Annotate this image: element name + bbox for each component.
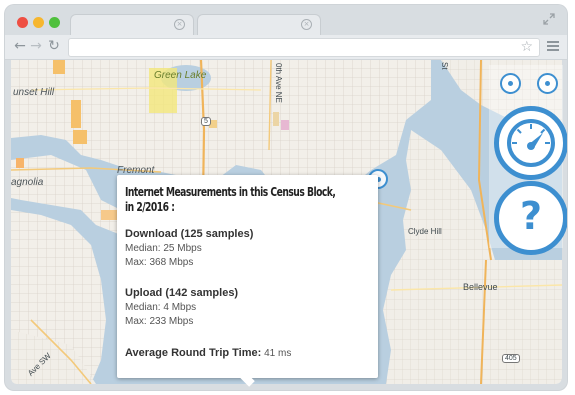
address-toolbar: ← → ↻ ☆ bbox=[5, 35, 567, 60]
rtt-label: Average Round Trip Time: bbox=[125, 347, 262, 359]
speed-test-button[interactable] bbox=[494, 106, 567, 180]
fullscreen-icon[interactable] bbox=[543, 13, 555, 25]
highway-405-shield: 405 bbox=[502, 354, 520, 363]
upload-median: Median: 4 Mbps bbox=[125, 302, 197, 313]
title-bar: × × bbox=[5, 5, 567, 36]
zoom-in-icon[interactable] bbox=[500, 73, 521, 94]
minimize-window-button[interactable] bbox=[33, 17, 44, 28]
download-max: Max: 368 Mbps bbox=[125, 257, 194, 268]
upload-max: Max: 233 Mbps bbox=[125, 316, 194, 327]
download-heading: Download (125 samples) bbox=[125, 228, 254, 240]
help-question-mark: ? bbox=[519, 194, 543, 238]
reload-icon[interactable]: ↻ bbox=[47, 39, 61, 53]
maximize-window-button[interactable] bbox=[49, 17, 60, 28]
map-label-bellevue: Bellevue bbox=[463, 282, 498, 292]
address-bar[interactable]: ☆ bbox=[68, 38, 540, 57]
map-label-magnolia: agnolia bbox=[11, 177, 44, 188]
bookmark-star-icon[interactable]: ☆ bbox=[520, 39, 533, 56]
download-median: Median: 25 Mbps bbox=[125, 243, 202, 254]
zoom-out-icon[interactable] bbox=[537, 73, 558, 94]
map-label-st: St bbox=[440, 62, 449, 70]
browser-window: × × ← → ↻ ☆ unset Hill Green Lake Fremon… bbox=[5, 5, 567, 390]
popup-title: Internet Measurements in this Census Blo… bbox=[125, 185, 336, 214]
help-button[interactable]: ? bbox=[494, 181, 567, 255]
highway-5-shield: 5 bbox=[201, 117, 211, 126]
map-label-green-lake: Green Lake bbox=[154, 70, 207, 81]
census-block-popup: Internet Measurements in this Census Blo… bbox=[117, 175, 378, 378]
back-arrow-icon[interactable]: ← bbox=[13, 39, 27, 53]
map-label-sunset-hill: unset Hill bbox=[13, 87, 55, 98]
forward-arrow-icon[interactable]: → bbox=[29, 39, 43, 53]
speedometer-icon bbox=[507, 119, 555, 167]
close-window-button[interactable] bbox=[17, 17, 28, 28]
tab-close-icon[interactable]: × bbox=[301, 19, 312, 30]
upload-heading: Upload (142 samples) bbox=[125, 287, 239, 299]
map-label-10th-ave: 0th Ave NE bbox=[274, 63, 283, 103]
tab-close-icon[interactable]: × bbox=[174, 19, 185, 30]
browser-tab[interactable]: × bbox=[197, 14, 321, 36]
browser-tab[interactable]: × bbox=[70, 14, 194, 36]
hamburger-menu-icon[interactable] bbox=[547, 41, 559, 51]
round-trip-time: Average Round Trip Time: 41 ms bbox=[125, 347, 291, 360]
rtt-value: 41 ms bbox=[261, 348, 292, 359]
map-label-clyde-hill: Clyde Hill bbox=[408, 227, 442, 236]
